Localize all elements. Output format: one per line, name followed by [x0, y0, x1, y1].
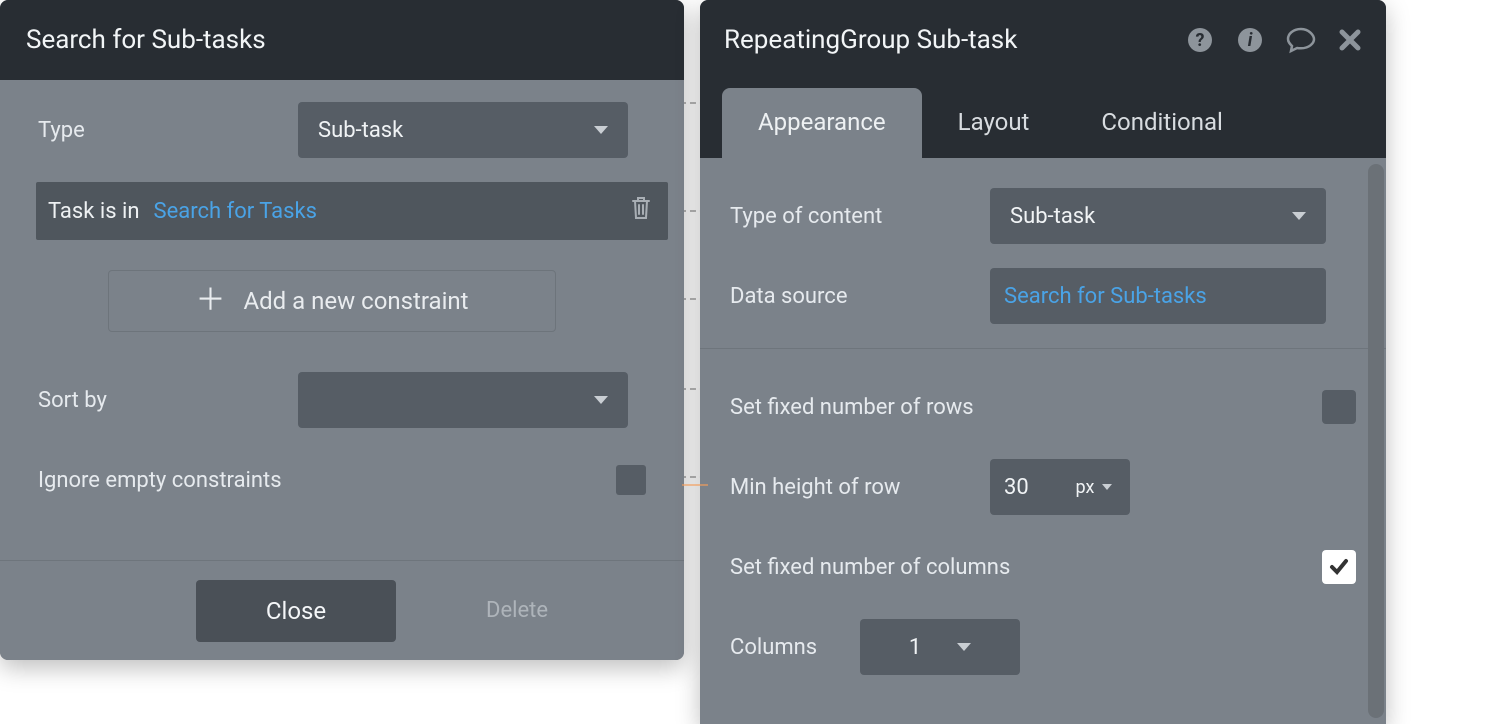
svg-text:i: i: [1248, 30, 1253, 51]
data-source-value: Search for Sub-tasks: [1004, 284, 1207, 309]
columns-label: Columns: [730, 635, 860, 660]
delete-button: Delete: [486, 598, 548, 623]
add-constraint-button[interactable]: ＋ Add a new constraint: [108, 270, 556, 332]
ignore-empty-label: Ignore empty constraints: [38, 468, 282, 493]
plus-icon: ＋: [195, 286, 225, 316]
min-height-value: 30: [1004, 475, 1029, 500]
data-source-label: Data source: [730, 284, 990, 309]
fixed-rows-checkbox[interactable]: [1322, 390, 1356, 424]
sort-by-label: Sort by: [38, 388, 298, 413]
chevron-down-icon: [594, 126, 608, 134]
chevron-down-icon: [957, 643, 971, 651]
delete-button-label: Delete: [486, 598, 548, 623]
sort-by-select[interactable]: [298, 372, 628, 428]
min-height-input[interactable]: 30: [990, 459, 1062, 515]
tab-appearance-label: Appearance: [758, 108, 886, 136]
constraint-value-link[interactable]: Search for Tasks: [154, 199, 317, 224]
section-divider: [700, 348, 1386, 349]
property-panel: RepeatingGroup Sub-task ? i Appearance L…: [700, 0, 1386, 724]
type-of-content-value: Sub-task: [1010, 204, 1095, 229]
ignore-empty-checkbox[interactable]: [616, 465, 646, 495]
search-panel-footer: Close Delete: [0, 560, 684, 660]
canvas-selection-edge: [682, 484, 708, 486]
type-row: Type Sub-task: [38, 102, 658, 158]
tab-conditional-label: Conditional: [1101, 108, 1222, 136]
tab-appearance[interactable]: Appearance: [722, 88, 922, 158]
tab-layout-label: Layout: [958, 108, 1030, 136]
fixed-cols-label: Set fixed number of columns: [730, 555, 1010, 580]
columns-value: 1: [909, 635, 921, 660]
columns-row: Columns 1: [730, 619, 1356, 675]
close-button-label: Close: [266, 597, 326, 625]
search-panel-header[interactable]: Search for Sub-tasks: [0, 0, 684, 80]
chevron-down-icon: [1292, 212, 1306, 220]
data-source-row: Data source Search for Sub-tasks: [730, 268, 1356, 324]
fixed-rows-row: Set fixed number of rows: [730, 379, 1356, 435]
min-height-row: Min height of row 30 px: [730, 459, 1356, 515]
fixed-cols-row: Set fixed number of columns: [730, 539, 1356, 595]
tab-layout[interactable]: Layout: [922, 88, 1066, 158]
constraint-field: Task is in: [48, 199, 140, 224]
type-of-content-select[interactable]: Sub-task: [990, 188, 1326, 244]
type-of-content-label: Type of content: [730, 204, 990, 229]
comment-icon[interactable]: [1286, 26, 1316, 54]
close-icon[interactable]: [1338, 28, 1362, 52]
type-of-content-row: Type of content Sub-task: [730, 188, 1356, 244]
fixed-cols-checkbox[interactable]: [1322, 550, 1356, 584]
svg-text:?: ?: [1196, 30, 1205, 51]
type-select[interactable]: Sub-task: [298, 102, 628, 158]
sort-by-row: Sort by: [38, 372, 658, 428]
constraint-row[interactable]: Task is in Search for Tasks: [36, 182, 668, 240]
property-panel-title: RepeatingGroup Sub-task: [724, 25, 1186, 55]
data-source-field[interactable]: Search for Sub-tasks: [990, 268, 1326, 324]
type-select-value: Sub-task: [318, 118, 403, 143]
type-label: Type: [38, 118, 298, 143]
help-icon[interactable]: ?: [1186, 26, 1214, 54]
property-panel-header-icons: ? i: [1186, 26, 1362, 54]
chevron-down-icon: [1102, 484, 1112, 490]
search-panel-body: Type Sub-task Task is in Search for Task…: [0, 80, 684, 508]
columns-select[interactable]: 1: [860, 619, 1020, 675]
property-panel-body: Type of content Sub-task Data source Sea…: [700, 158, 1386, 675]
tab-conditional[interactable]: Conditional: [1065, 88, 1258, 158]
property-tabs: Appearance Layout Conditional: [700, 80, 1386, 158]
min-height-unit: px: [1076, 477, 1095, 498]
fixed-rows-label: Set fixed number of rows: [730, 395, 974, 420]
trash-icon[interactable]: [630, 195, 652, 227]
close-button[interactable]: Close: [196, 580, 396, 642]
ignore-empty-row: Ignore empty constraints: [38, 452, 658, 508]
property-panel-scrollbar[interactable]: [1368, 164, 1384, 718]
search-panel-title: Search for Sub-tasks: [26, 25, 266, 55]
min-height-unit-select[interactable]: px: [1058, 459, 1130, 515]
chevron-down-icon: [594, 396, 608, 404]
add-constraint-label: Add a new constraint: [243, 287, 468, 315]
info-icon[interactable]: i: [1236, 26, 1264, 54]
property-panel-header[interactable]: RepeatingGroup Sub-task ? i: [700, 0, 1386, 80]
search-panel: Search for Sub-tasks Type Sub-task Task …: [0, 0, 684, 660]
min-height-label: Min height of row: [730, 475, 990, 500]
